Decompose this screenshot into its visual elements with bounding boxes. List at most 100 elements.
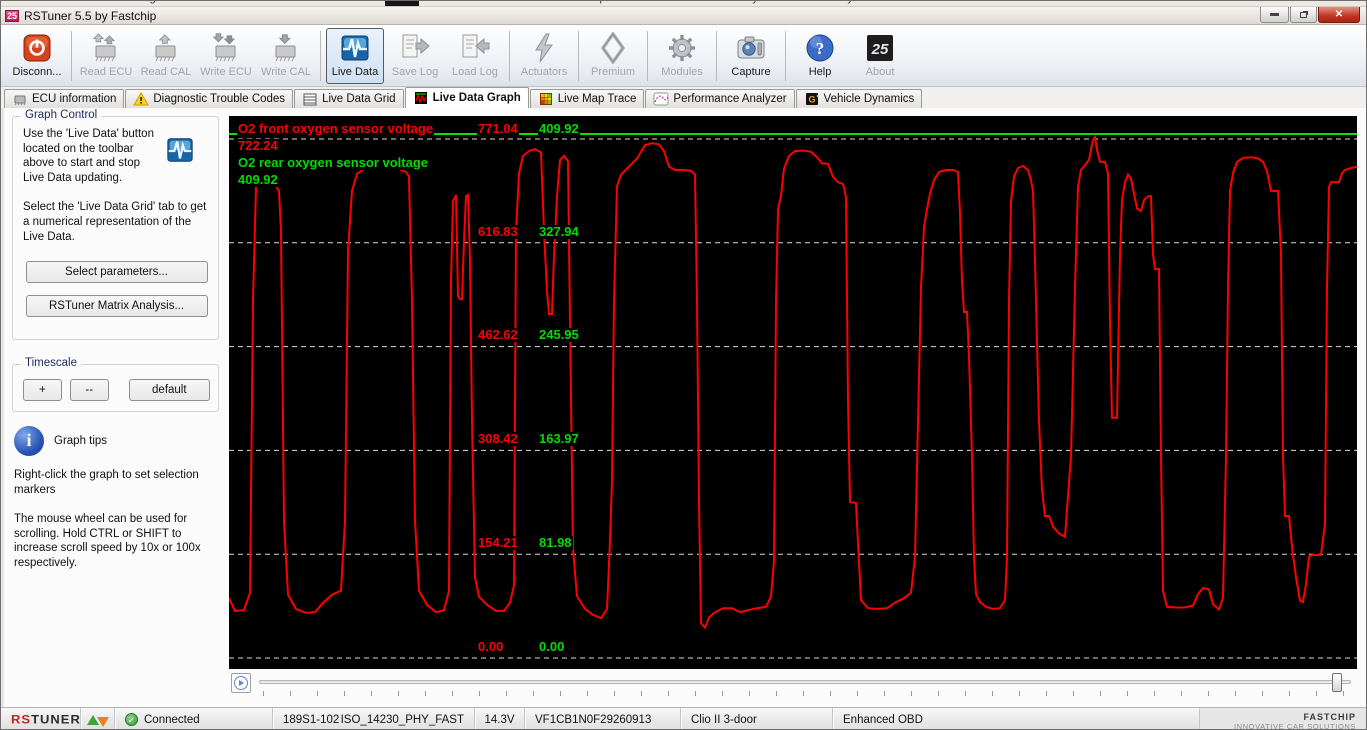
toolbar-separator	[509, 30, 510, 81]
toolbar-button-label: Capture	[731, 65, 771, 78]
toolbar-button-label: Read ECU	[79, 65, 133, 78]
rear-tick: 163.97	[538, 431, 580, 446]
live-data-button[interactable]: Live Data	[326, 27, 384, 84]
matrix-analysis-button[interactable]: RSTuner Matrix Analysis...	[25, 294, 208, 317]
tab-bar: ECU information Diagnostic Trouble Codes…	[1, 87, 1366, 108]
graph-tips-title: Graph tips	[54, 434, 108, 447]
live-data-icon	[341, 35, 369, 60]
window-title: RSTuner 5.5 by Fastchip	[24, 8, 157, 23]
tab-page-live-data-graph: Graph Control Use the 'Live Data' button…	[1, 108, 1366, 707]
vendor-tagline: INNOVATIVE CAR SOLUTIONS	[1233, 722, 1356, 730]
load-log-icon	[462, 34, 490, 57]
tab-live-map-trace[interactable]: Live Map Trace	[529, 89, 645, 108]
toolbar-separator	[785, 30, 786, 81]
vin: VF1CB1N0F29260913	[535, 713, 652, 726]
tab-live-data-graph[interactable]: Live Data Graph	[404, 87, 529, 108]
close-button[interactable]: ✕	[1318, 7, 1360, 23]
toolbar-button-label: Modules	[661, 65, 703, 78]
camera-icon	[737, 36, 765, 58]
svg-text:?: ?	[816, 39, 825, 58]
obd-mode: Enhanced OBD	[843, 713, 923, 726]
play-icon	[234, 676, 248, 690]
brand-segment: RSTUNER	[1, 708, 81, 729]
toolbar-button-label: Help	[808, 65, 832, 78]
front-tick: 0.00	[477, 639, 505, 654]
download-arrow-icon	[97, 716, 109, 727]
disconnect-button[interactable]: Disconn...	[8, 28, 66, 84]
live-data-hint-text: Use the 'Live Data' button located on th…	[23, 128, 154, 185]
info-icon: i	[14, 425, 44, 456]
strip-fragment: Vehicle Dynamics	[801, 1, 888, 4]
connection-segment: ✓ Connected	[115, 708, 273, 729]
strip-fragment: ECU Information	[15, 1, 96, 4]
tab-ecu-information[interactable]: ECU information	[4, 89, 125, 108]
rear-axis-max: 409.92	[538, 121, 580, 136]
close-icon: ✕	[1334, 9, 1344, 20]
graph-tips-section: i Graph tips Right-click the graph to se…	[12, 425, 219, 572]
vin-segment: VF1CB1N0F29260913	[525, 708, 681, 729]
front-tick: 308.42	[477, 431, 519, 446]
front-axis-max: 771.04	[477, 121, 519, 136]
scroll-follow-button[interactable]	[231, 673, 251, 693]
timescale-default-button[interactable]: default	[128, 378, 210, 401]
tab-performance-analyzer[interactable]: Performance Analyzer	[645, 89, 795, 108]
lightning-icon	[535, 33, 553, 62]
live-data-graph-canvas[interactable]: O2 front oxygen sensor voltage 771.04 40…	[229, 116, 1357, 669]
toolbar-button-label: Disconn...	[12, 65, 62, 78]
chip-write-ecu-icon	[212, 32, 236, 61]
disconnect-icon	[23, 34, 51, 61]
actuators-button: Actuators	[515, 28, 573, 84]
restore-button[interactable]	[1290, 7, 1317, 23]
write-cal-button: Write CAL	[257, 28, 315, 84]
tab-label: Live Data Grid	[322, 93, 396, 105]
help-icon: ?	[806, 34, 834, 61]
rear-tick: 327.94	[538, 224, 580, 239]
read-cal-button: Read CAL	[137, 28, 195, 84]
tab-label: ECU information	[32, 93, 117, 105]
restore-icon	[1300, 11, 1307, 18]
rear-current-value: 409.92	[237, 172, 279, 187]
time-scrollbar-thumb[interactable]	[1332, 673, 1342, 692]
capture-button[interactable]: Capture	[722, 28, 780, 84]
rear-tick: 0.00	[538, 639, 566, 654]
rstuner-brand-logo: RSTUNER	[11, 712, 81, 727]
graph-control-sidebar: Graph Control Use the 'Live Data' button…	[1, 108, 229, 707]
tab-diagnostic-trouble-codes[interactable]: Diagnostic Trouble Codes	[125, 89, 294, 108]
graph-scroll-row	[229, 671, 1357, 701]
toolbar-button-label: Read CAL	[140, 65, 192, 78]
front-tick: 616.83	[477, 224, 519, 239]
title-bar[interactable]: 25 RSTuner 5.5 by Fastchip ✕	[1, 7, 1366, 25]
status-bar: RSTUNER ✓ Connected 189S1-102 ISO_14230_…	[1, 707, 1366, 730]
diamond-icon	[600, 31, 626, 64]
front-tick: 154.21	[477, 535, 519, 550]
tab-live-data-grid[interactable]: Live Data Grid	[294, 89, 404, 108]
voltage-segment: 14.3V	[475, 708, 525, 729]
strip-fragment: Live Map Trace	[561, 1, 636, 4]
rear-tick: 81.98	[538, 535, 573, 550]
strip-fragment: Diagnostic Trouble Codes	[133, 1, 259, 4]
about-button: 25 About	[851, 28, 909, 84]
tab-label: Performance Analyzer	[673, 93, 787, 105]
strip-fragment: Live Data Grid	[301, 1, 371, 4]
tab-label: Vehicle Dynamics	[823, 93, 915, 105]
select-parameters-button[interactable]: Select parameters...	[25, 260, 208, 283]
scrollbar-ticks	[263, 691, 1351, 696]
front-series-label: O2 front oxygen sensor voltage	[237, 121, 435, 136]
toolbar-button-label: About	[865, 65, 895, 78]
battery-voltage: 14.3V	[484, 713, 515, 726]
minimize-button[interactable]	[1260, 7, 1289, 23]
timescale-minus-button[interactable]: --	[69, 378, 109, 401]
toolbar-separator	[578, 30, 579, 81]
rear-series-label: O2 rear oxygen sensor voltage	[237, 155, 430, 170]
help-button[interactable]: ? Help	[791, 28, 849, 84]
read-ecu-button: Read ECU	[77, 28, 135, 84]
live-data-mini-icon	[167, 138, 193, 162]
modules-button: Modules	[653, 28, 711, 84]
map-heat-icon	[539, 93, 552, 105]
time-scrollbar[interactable]	[259, 673, 1351, 692]
svg-text:G: G	[808, 95, 815, 105]
toolbar-separator	[320, 30, 321, 81]
timescale-plus-button[interactable]: +	[23, 378, 62, 401]
tab-vehicle-dynamics[interactable]: G Vehicle Dynamics	[795, 89, 923, 108]
premium-button: Premium	[584, 28, 642, 84]
